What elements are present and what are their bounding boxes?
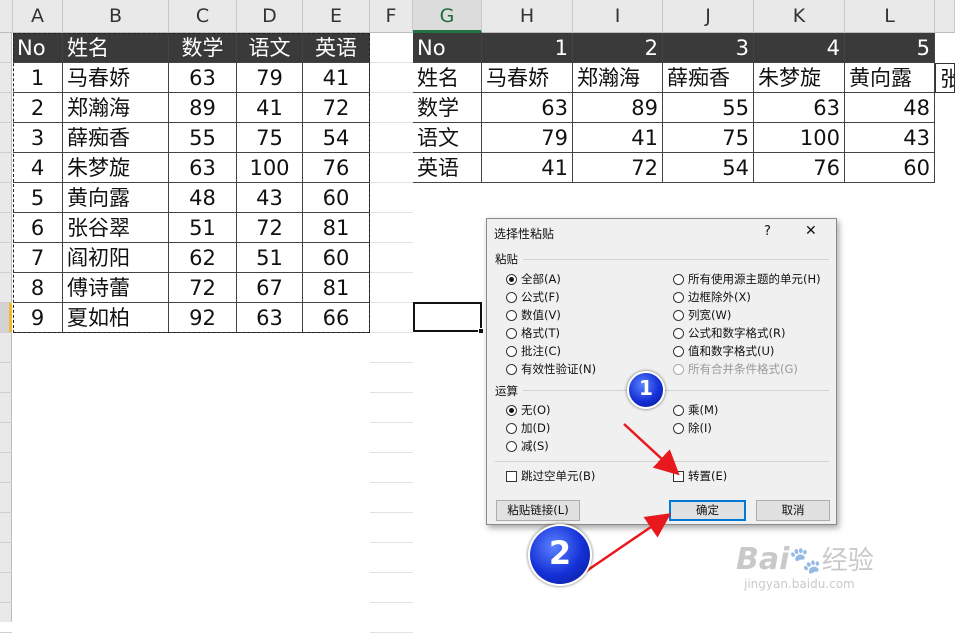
watermark-brand: Bai — [736, 542, 790, 577]
watermark-url: jingyan.baidu.com — [744, 577, 855, 591]
arrow-to-ok — [584, 513, 672, 574]
watermark: Bai🐾经验 jingyan.baidu.com — [736, 540, 874, 591]
arrow-to-transpose — [623, 423, 680, 476]
watermark-brand2: 经验 — [821, 546, 874, 576]
step-badge-1: 1 — [627, 371, 665, 409]
annotation-arrows — [584, 423, 680, 574]
paw-icon: 🐾 — [789, 546, 822, 576]
step-badge-2: 2 — [528, 524, 592, 586]
